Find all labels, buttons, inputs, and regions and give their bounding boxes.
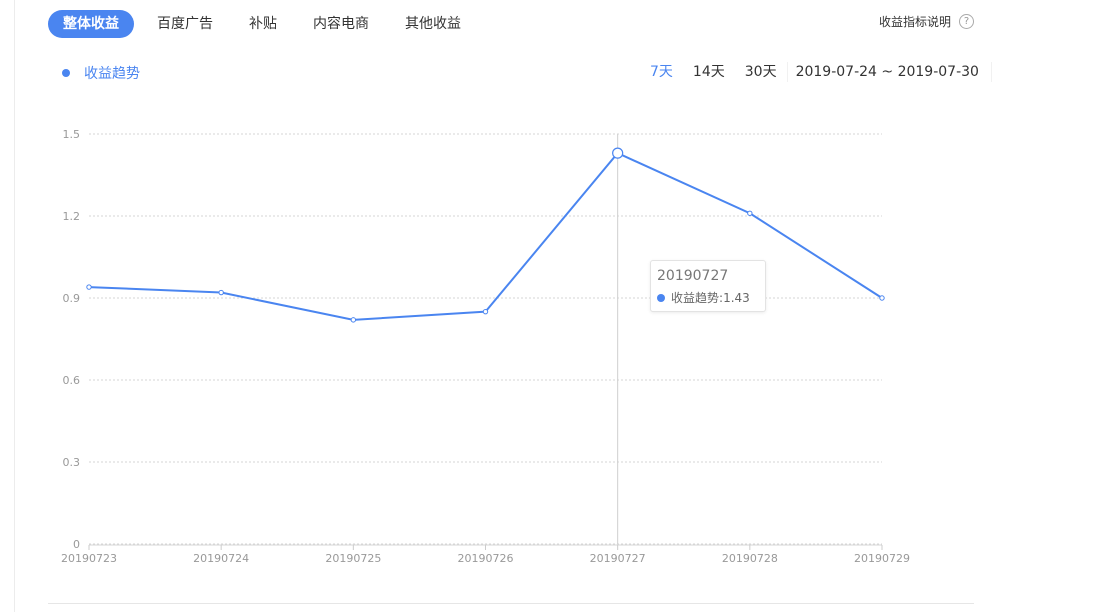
chart-tooltip: 20190727 收益趋势 : 1.43 <box>650 260 766 312</box>
y-axis-ticks: 0 0.3 0.6 0.9 1.2 1.5 <box>63 128 81 551</box>
revenue-trend-chart: 00.30.60.91.21.5 20190723 20190724 2019072… <box>61 128 910 565</box>
tooltip-value: 1.43 <box>723 290 750 305</box>
y-tick-label: 0.6 <box>63 374 81 387</box>
data-point[interactable] <box>350 317 357 323</box>
x-tick-label: 20190724 <box>193 552 249 565</box>
tooltip-dot-icon <box>657 293 665 302</box>
data-point[interactable] <box>482 308 489 315</box>
y-tick-label: 0.9 <box>63 292 81 305</box>
y-tick-label: 0.3 <box>63 456 81 469</box>
data-point[interactable] <box>612 147 624 159</box>
x-tick-label: 20190729 <box>854 552 910 565</box>
x-axis: 20190723 20190724 20190725 20190726 20190727… <box>61 544 910 565</box>
tooltip-series-name: 收益趋势 <box>671 291 720 305</box>
y-tick-label: 1.5 <box>63 128 81 141</box>
data-point[interactable] <box>86 284 92 290</box>
x-tick-label: 20190726 <box>458 552 514 565</box>
tooltip-row: 收益趋势 : 1.43 <box>657 289 759 306</box>
chart-gridlines <box>89 133 882 545</box>
x-tick-label: 20190723 <box>61 552 117 565</box>
x-tick-label: 20190728 <box>722 552 778 565</box>
x-tick-label: 20190727 <box>590 552 646 565</box>
x-tick-label: 20190725 <box>325 552 381 565</box>
bottom-divider <box>48 603 974 604</box>
data-point[interactable] <box>879 295 885 301</box>
y-tick-label: 0 <box>73 538 80 551</box>
y-tick-label: 1.2 <box>63 210 81 223</box>
data-point[interactable] <box>747 210 753 216</box>
data-point[interactable] <box>218 289 224 296</box>
tooltip-title: 20190727 <box>657 268 729 284</box>
